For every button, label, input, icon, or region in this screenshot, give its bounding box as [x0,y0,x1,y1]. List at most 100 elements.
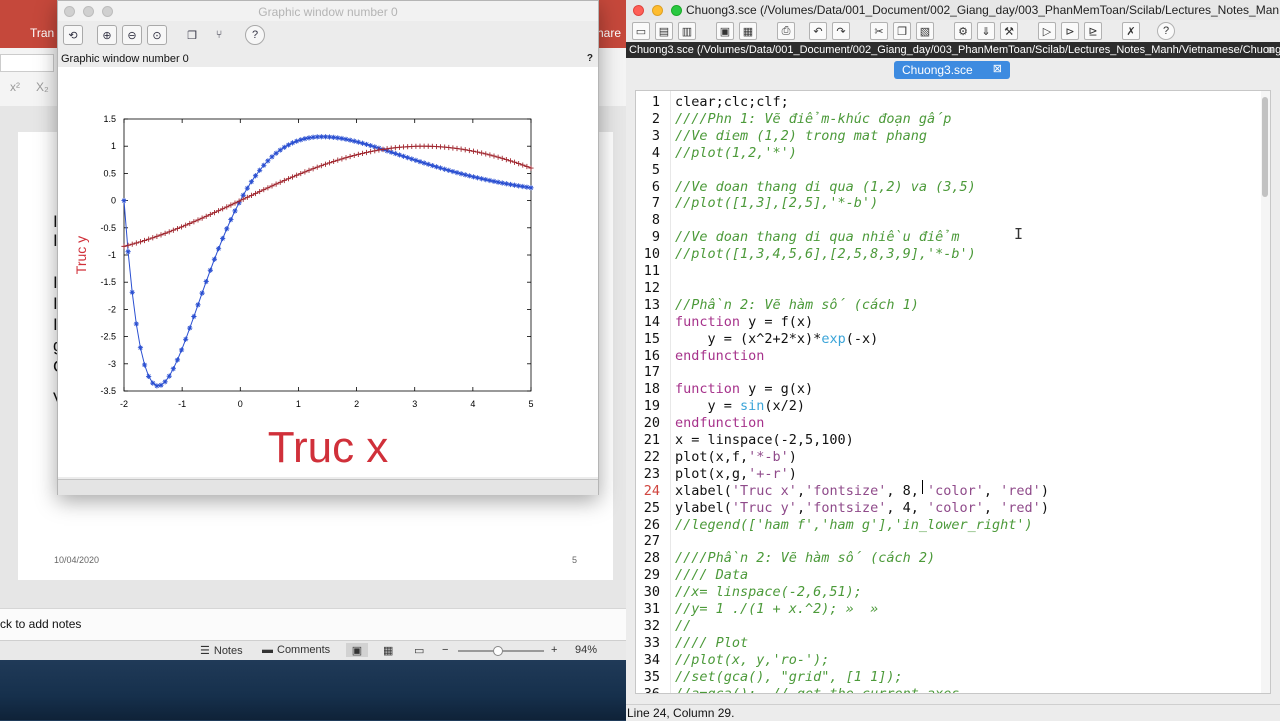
subscript-button[interactable]: X₂ [36,80,49,94]
undo-button[interactable]: ↶ [809,22,827,40]
tools-button[interactable]: ✗ [1122,22,1140,40]
cut-button[interactable]: ✂ [870,22,888,40]
zoom-level[interactable]: 94% [575,644,597,656]
save-button[interactable]: ▣ [716,22,734,40]
graphic-window-titlebar[interactable]: Graphic window number 0 [58,1,598,21]
close-window-button[interactable] [633,5,644,16]
menu-icon[interactable]: ≡ [1267,42,1274,58]
save-as-button[interactable]: ▦ [739,22,757,40]
code-line[interactable]: //plot([1,3],[2,5],'*-b') [675,195,878,211]
code-line[interactable]: //y= 1 ./(1 + x.^2); » » [675,601,878,617]
graphic-window[interactable]: Graphic window number 0 ⟲ ⊕ ⊖ ⊙ ❐ ⑂ ? Gr… [57,0,599,495]
datatip-button[interactable]: ⑂ [209,25,229,45]
code-line[interactable]: function y = f(x) [675,314,813,330]
zoom-out-button[interactable]: ⊖ [122,25,142,45]
code-line[interactable]: function y = g(x) [675,381,813,397]
new-window-button[interactable]: ❐ [182,25,202,45]
notes-pane[interactable]: ck to add notes [0,608,630,641]
desktop-background [0,660,630,720]
code-line[interactable]: // [675,618,691,634]
redo-button[interactable]: ↷ [832,22,850,40]
notes-toggle[interactable]: ☰ Notes [200,644,243,658]
code-line[interactable]: x = linspace(-2,5,100) [675,432,854,448]
help-icon[interactable]: ? [587,53,593,64]
code-line[interactable]: //legend(['ham f','ham g'],'in_lower_rig… [675,517,1033,533]
zoom-in-button[interactable]: + [551,644,557,656]
undo-icon: ↶ [813,25,823,38]
scrollbar-thumb[interactable] [1262,97,1268,197]
zoom-fit-button[interactable]: ⊙ [147,25,167,45]
y-tick-label: 0.5 [103,168,116,178]
plot-canvas[interactable]: -2 -1 0 1 2 3 4 5 -3.5 -3 -2.5 -2 -1.5 -1 -0.5 0 0.5 1 1.5… [58,67,598,477]
code-line[interactable]: ////Phn 1: Vẽ điểm-khúc đoạn gấp [675,111,951,127]
data-point-star [368,143,374,149]
code-line[interactable]: //Ve doan thang di qua (1,2) va (3,5) [675,179,976,195]
zoom-window-button[interactable] [671,5,682,16]
data-point-star [499,180,505,186]
comments-toggle[interactable]: ▬ Comments [262,644,330,656]
code-line[interactable]: //plot(x, y,'ro-'); [675,652,829,668]
compile-button[interactable]: ⚒ [1000,22,1018,40]
vertical-scrollbar[interactable] [1261,91,1270,693]
code-token: function [675,313,741,330]
code-line[interactable]: y = (x^2+2*x)*exp(-x) [675,330,879,347]
data-point-star [220,235,226,242]
help-button[interactable]: ? [245,25,265,45]
folder-recent-icon: ▥ [681,25,693,38]
zoom-in-button[interactable]: ⊕ [97,25,117,45]
find-replace-button[interactable]: ⚙ [954,22,972,40]
code-line[interactable]: //Ve diem (1,2) trong mat phang [675,128,927,144]
code-line[interactable]: plot(x,g,'+-r') [675,466,797,482]
rotate-button[interactable]: ⟲ [63,25,83,45]
open-recent-button[interactable]: ▥ [678,22,696,40]
code-line[interactable]: //Phần 2: Vẽ hàm số (cách 1) [675,297,919,313]
zoom-out-button[interactable]: − [442,644,448,656]
slide-sorter-button[interactable]: ▦ [383,644,393,657]
new-file-button[interactable]: ▭ [632,22,650,40]
help-button[interactable]: ? [1157,22,1175,40]
code-line[interactable]: plot(x,f,'*-b') [675,449,797,465]
code-line[interactable]: ////Phần 2: Vẽ hàm số (cách 2) [675,550,935,566]
code-line[interactable]: //a=gca(); // get the current axes [675,686,959,694]
plot-svg[interactable]: -2 -1 0 1 2 3 4 5 -3.5 -3 -2.5 -2 -1.5 -1 -0.5 0 0.5 1 1.5… [58,67,598,477]
code-line[interactable]: //plot([1,3,4,5,6],[2,5,8,3,9],'*-b') [675,246,976,262]
code-token: (-x) [845,330,879,347]
find-icon: ⚙ [958,25,968,38]
editor-titlebar[interactable]: Chuong3.sce (/Volumes/Data/001_Document/… [626,0,1280,21]
reading-view-button[interactable]: ▭ [414,644,424,657]
code-line[interactable]: ylabel('Truc y','fontsize', 4, 'color', … [675,500,1049,516]
open-file-button[interactable]: ▤ [655,22,673,40]
code-line[interactable]: //set(gca(), "grid", [1 1]); [675,669,903,685]
ribbon-tab-share[interactable]: hare [597,26,621,40]
minimize-window-button[interactable] [652,5,663,16]
copy-button[interactable]: ❐ [893,22,911,40]
code-line[interactable]: endfunction [675,348,764,364]
code-line[interactable]: //Ve doan thang di qua nhiều điểm [675,229,959,245]
paste-button[interactable]: ▧ [916,22,934,40]
ribbon-tab-transitions[interactable]: Tran [30,26,54,40]
font-name-box[interactable] [0,54,54,72]
execute-with-echo-button[interactable]: ⊳ [1061,22,1079,40]
data-point-star [232,208,238,214]
code-line[interactable]: endfunction [675,415,764,431]
line-number: 26 [643,516,660,533]
execute-button[interactable]: ▷ [1038,22,1056,40]
zoom-slider[interactable] [458,646,544,656]
normal-view-button[interactable]: ▣ [346,643,368,657]
code-line[interactable]: //plot(1,2,'*') [675,145,797,161]
close-tab-icon[interactable]: ⊠ [993,62,1002,75]
print-button[interactable]: ⎙ [777,22,795,40]
code-pane[interactable]: 1 2 3 4 5 6 7 8 9 10 11 12 13 14 15 16 17 18 19 20 21 22 23 24 2… [635,90,1271,694]
superscript-button[interactable]: x² [10,80,20,94]
load-into-scilab-button[interactable]: ⇓ [977,22,995,40]
code-line[interactable]: clear;clc;clf; [675,94,789,110]
code-line[interactable]: xlabel('Truc x','fontsize', 8, 'color', … [675,483,1049,499]
code-line[interactable]: y = sin(x/2) [675,398,806,414]
execute-until-caret-button[interactable]: ⊵ [1084,22,1102,40]
code-line[interactable]: //// Plot [675,635,748,651]
code-line[interactable]: //x= linspace(-2,6,51); [675,584,862,600]
tab-chuong3-sce[interactable]: Chuong3.sce ⊠ [894,61,1010,79]
scinotes-editor[interactable]: Chuong3.sce (/Volumes/Data/001_Document/… [626,0,1280,721]
zoom-slider-handle[interactable] [492,646,503,656]
code-line[interactable]: //// Data [675,567,748,583]
